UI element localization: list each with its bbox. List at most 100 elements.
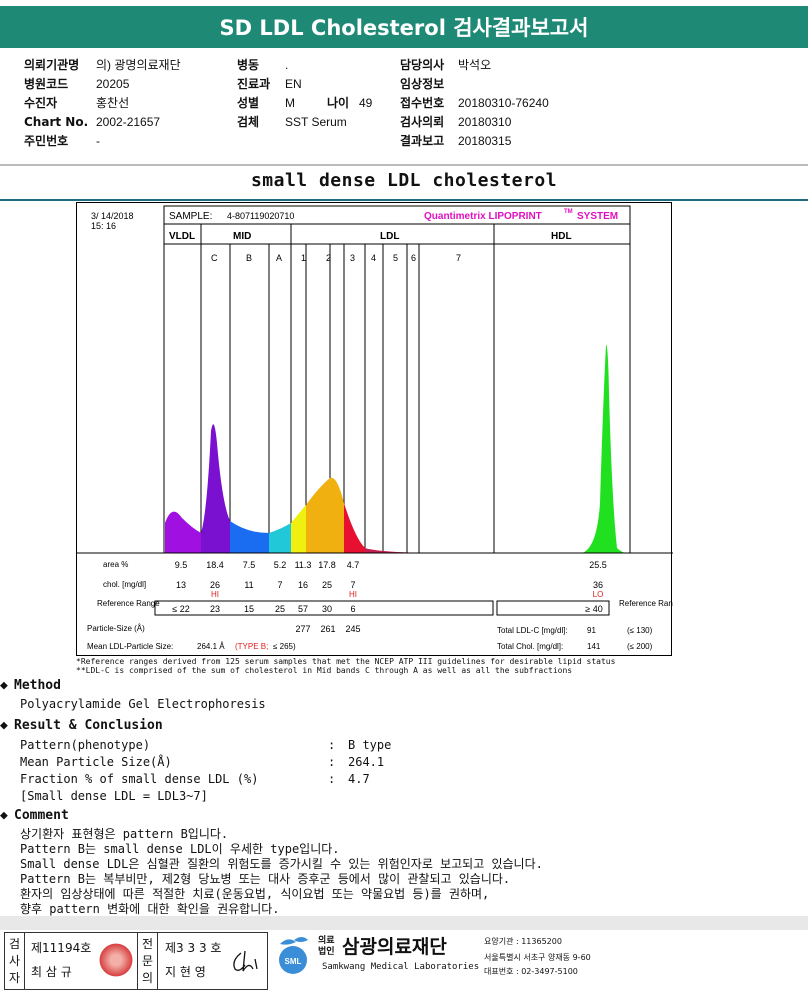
peak-hdl (582, 344, 627, 553)
doctor-label: 전 문 의 (138, 933, 158, 989)
chol-c: 26 (210, 580, 220, 590)
band-label-2: 2 (326, 253, 331, 263)
chol-ldl3: 7 (350, 580, 355, 590)
sample-id: 4-807119020710 (227, 211, 294, 221)
ref-ldl1: 57 (298, 604, 308, 614)
info-row: 담당의사 박석오 (400, 58, 492, 72)
org-address: 서울특별시 서초구 양재동 9-60 (484, 953, 591, 962)
report-date: 3/ 14/2018 (91, 211, 134, 221)
info-row: 수진자 홍찬선 (24, 96, 130, 110)
size-ldl2: 261 (320, 624, 335, 634)
peak-mid-b (230, 521, 269, 553)
chol-b: 11 (244, 580, 253, 590)
info-row: 병원코드 20205 (24, 77, 130, 91)
flag-c: HI (211, 590, 219, 599)
org-code: 요양기관 : 11365200 (484, 937, 562, 946)
brand-system: SYSTEM (577, 211, 618, 222)
method-heading: ◆ Method (0, 678, 61, 693)
band-label-4: 4 (371, 253, 376, 263)
peak-ldl-tail (365, 548, 427, 553)
info-row: 임상정보 (400, 77, 445, 91)
total-ldl-label: Total LDL-C [mg/dl]: (497, 626, 568, 635)
info-row: 접수번호 20180310-76240 (400, 96, 549, 110)
area-ldl1: 11.3 (295, 560, 312, 570)
tester-label: 검 사 자 (5, 933, 25, 989)
area-vldl: 9.5 (175, 560, 188, 570)
method-text: Polyacrylamide Gel Electrophoresis (20, 697, 266, 711)
info-row: 검사의뢰 20180310 (400, 115, 512, 129)
area-c: 18.4 (206, 560, 224, 570)
result-note: [Small dense LDL = LDL3~7] (20, 789, 208, 803)
area-hdl: 25.5 (589, 560, 607, 570)
peak-mid-a (269, 523, 291, 553)
total-ldl-value: 91 (587, 626, 596, 635)
report-time: 15: 16 (91, 221, 116, 231)
area-ldl2: 17.8 (318, 560, 336, 570)
org-prefix: 의료 법인 (318, 936, 335, 957)
band-group-vldl: VLDL (169, 231, 195, 242)
footer: 검 사 자 제11194호 최 삼 규 전 문 의 제3 3 3 호 지 현 영… (0, 932, 808, 994)
chol-vldl: 13 (176, 580, 186, 590)
chol-ldl2: 25 (322, 580, 332, 590)
info-row: 결과보고 20180315 (400, 134, 512, 148)
row-label-chol: chol. [mg/dl] (103, 580, 146, 589)
mean-size-value: 264.1 Å (197, 642, 225, 651)
total-ldl-ref: (≤ 130) (627, 626, 653, 635)
band-label-1: 1 (301, 253, 306, 263)
doctor-name: 지 현 영 (165, 965, 206, 979)
ref-ldl3: 6 (350, 604, 355, 614)
chol-a: 7 (277, 580, 282, 590)
ref-vldl: ≤ 22 (172, 604, 189, 614)
diamond-icon: ◆ (0, 718, 8, 733)
ref-right-label: Reference Range (619, 599, 673, 608)
area-b: 7.5 (243, 560, 256, 570)
band-group-mid: MID (233, 231, 251, 242)
diamond-icon: ◆ (0, 808, 8, 823)
report-title: SD LDL Cholesterol 검사결과보고서 (0, 6, 808, 48)
info-row: 진료과 EN (237, 77, 302, 91)
footnote-1: *Reference ranges derived from 125 serum… (76, 657, 616, 666)
band-label-7: 7 (456, 253, 461, 263)
signature-icon (233, 950, 258, 972)
org-english: Samkwang Medical Laboratories (322, 962, 480, 972)
mean-type-cut: ≤ 265) (273, 642, 296, 651)
comment-line: 향후 pattern 변화에 대한 확인을 권유합니다. (20, 902, 280, 916)
info-row: 성별 M 나이 49 (237, 96, 373, 110)
row-label-area: area % (103, 560, 128, 569)
band-group-hdl: HDL (551, 231, 572, 242)
sml-logo-icon: SML (279, 937, 308, 974)
peak-ldl-1 (291, 505, 306, 553)
size-ldl3: 245 (345, 624, 360, 634)
info-row: 병동. (237, 58, 289, 72)
divider (0, 164, 808, 166)
result-row: Pattern(phenotype): B type (20, 738, 392, 752)
info-row: 검체 SST Serum (237, 115, 347, 129)
diamond-icon: ◆ (0, 678, 8, 693)
info-row: 의뢰기관명 의) 광명의료재단 (24, 58, 181, 72)
band-group-ldl: LDL (380, 231, 399, 242)
footnote-2: **LDL-C is comprised of the sum of chole… (76, 666, 573, 675)
lipoprint-report: 3/ 14/2018 15: 16 SAMPLE: 4-807119020710… (76, 202, 673, 656)
divider (0, 916, 808, 930)
tester-license: 제11194호 (31, 941, 92, 955)
flag-ldl3: HI (349, 590, 357, 599)
band-label-c: C (211, 253, 218, 263)
mean-type: (TYPE B; (235, 642, 268, 651)
area-ldl3: 4.7 (347, 560, 360, 570)
footnotes: *Reference ranges derived from 125 serum… (76, 657, 776, 675)
band-label-5: 5 (393, 253, 398, 263)
ref-b: 15 (244, 604, 254, 614)
brand-name: Quantimetrix LIPOPRINT (424, 211, 542, 222)
report-subtitle: small dense LDL cholesterol (250, 170, 558, 191)
band-label-b: B (246, 253, 252, 263)
total-chol-label: Total Chol. [mg/dl]: (497, 642, 563, 651)
tester-name: 최 삼 규 (31, 965, 72, 979)
total-chol-value: 141 (587, 642, 601, 651)
comment-heading: ◆ Comment (0, 808, 69, 823)
area-a: 5.2 (274, 560, 287, 570)
electrophoresis-chart: 3/ 14/2018 15: 16 SAMPLE: 4-807119020710… (77, 205, 673, 651)
row-label-mean: Mean LDL-Particle Size: (87, 642, 173, 651)
ref-a: 25 (275, 604, 285, 614)
band-label-a: A (276, 253, 282, 263)
doctor-license: 제3 3 3 호 (165, 941, 222, 955)
